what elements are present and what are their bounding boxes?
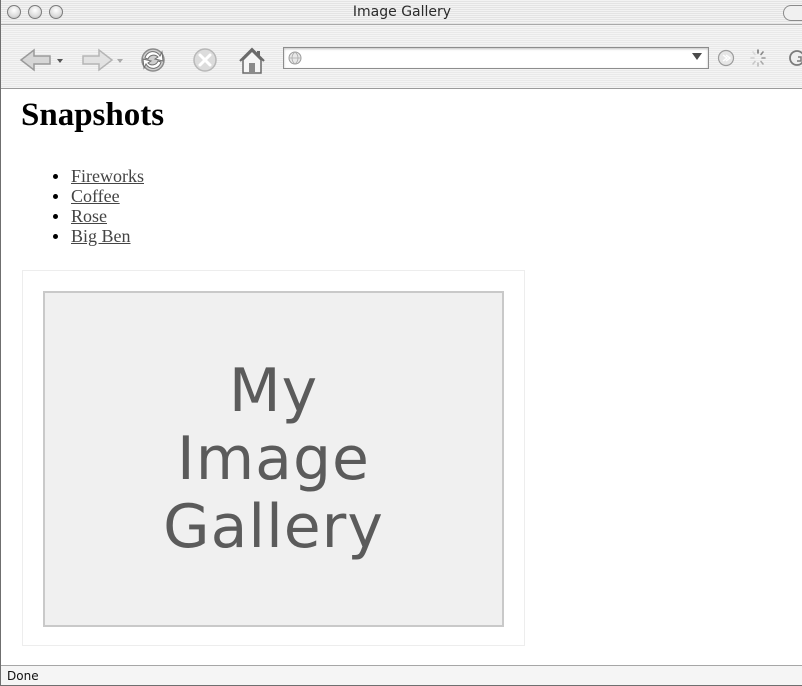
home-button[interactable] [237,47,271,77]
link-rose[interactable]: Rose [71,206,107,226]
navigation-toolbar [1,25,802,89]
dropdown-icon[interactable] [692,53,702,61]
placeholder-image-frame: My Image Gallery [22,270,525,646]
back-button[interactable] [17,47,65,77]
bullet [53,194,58,199]
bullet [53,234,58,239]
list-item: Coffee [35,186,144,206]
list-item: Rose [35,206,144,226]
list-item: Fireworks [35,166,144,186]
status-bar: Done [1,665,802,685]
search-icon [789,50,802,66]
placeholder-image-text: My Image Gallery [163,356,384,562]
globe-icon [288,51,302,65]
list-item: Big Ben [35,226,144,246]
bullet [53,214,58,219]
status-text: Done [7,669,39,683]
search-engine-button[interactable] [787,47,802,77]
activity-indicator [749,47,769,77]
spinner-icon [750,49,766,67]
page-heading: Snapshots [21,97,165,133]
go-icon [717,49,735,67]
reload-button[interactable] [136,47,172,77]
url-input[interactable] [308,50,692,68]
gallery-link-list: Fireworks Coffee Rose Big Ben [35,166,144,246]
toolbar-toggle-button[interactable] [783,5,802,21]
page-content: Snapshots Fireworks Coffee Rose Big Ben … [2,89,802,665]
link-big-ben[interactable]: Big Ben [71,226,131,246]
stop-button[interactable] [191,47,221,77]
bullet [53,174,58,179]
stop-icon [193,48,217,72]
link-coffee[interactable]: Coffee [71,186,120,206]
reload-icon [141,48,165,72]
forward-button[interactable] [79,47,127,77]
browser-window: Image Gallery Snapshots Fireworks Coffee… [0,0,802,686]
address-bar[interactable] [283,47,709,69]
window-title: Image Gallery [352,4,452,20]
back-icon [19,48,63,72]
home-icon [239,47,265,74]
go-button[interactable] [717,47,737,77]
link-fireworks[interactable]: Fireworks [71,166,144,186]
forward-icon [82,48,123,72]
title-bar: Image Gallery [1,0,802,25]
placeholder-image: My Image Gallery [43,291,504,627]
